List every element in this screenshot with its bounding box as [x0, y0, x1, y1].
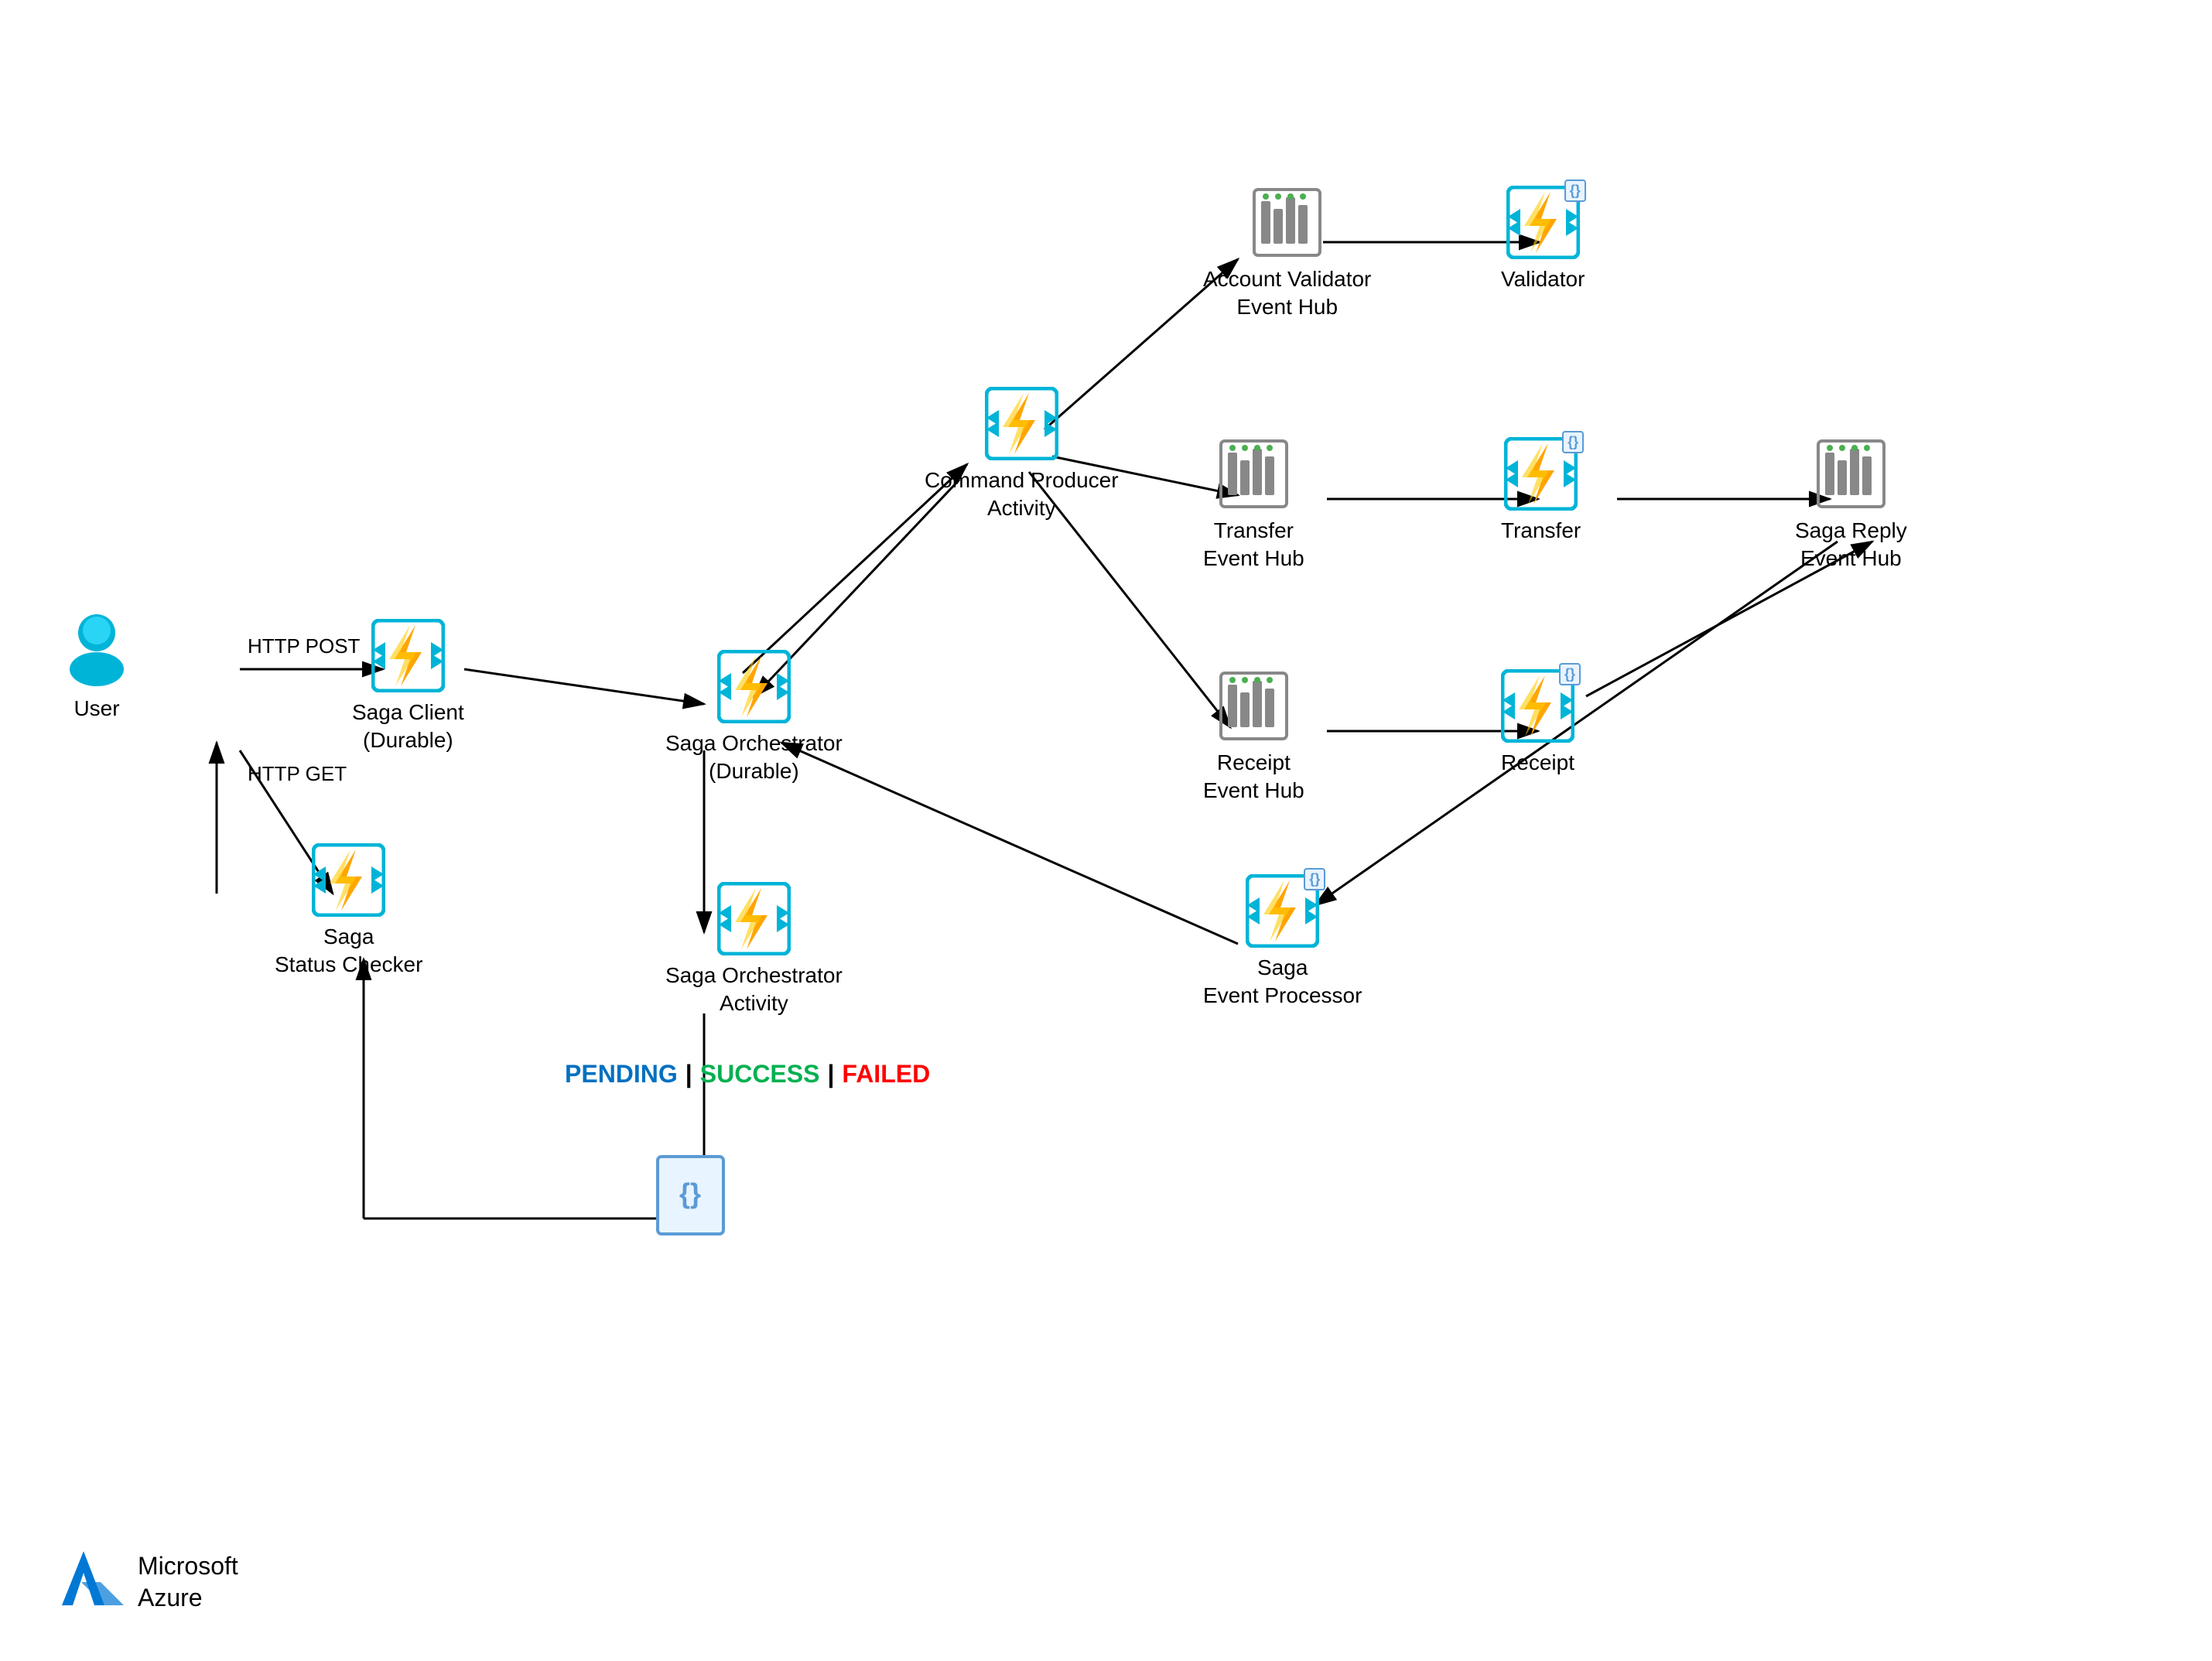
saga-client-icon: [371, 619, 445, 692]
receipt-hub-node: ReceiptEvent Hub: [1203, 669, 1304, 805]
status-success: SUCCESS: [700, 1060, 820, 1089]
account-validator-hub-icon: [1250, 186, 1324, 259]
saga-event-processor-label: SagaEvent Processor: [1203, 954, 1362, 1010]
user-label: User: [74, 695, 119, 723]
saga-reply-hub-node: Saga ReplyEvent Hub: [1795, 437, 1907, 573]
status-sep1: |: [685, 1060, 692, 1089]
saga-orchestrator-label: Saga Orchestrator(Durable): [665, 730, 843, 786]
receipt-label: Receipt: [1501, 749, 1574, 777]
transfer-node: {} Transfer: [1501, 437, 1581, 545]
status-line: PENDING | SUCCESS | FAILED: [565, 1060, 930, 1089]
validator-node: {} Validator: [1501, 186, 1585, 293]
svg-text:{}: {}: [679, 1177, 701, 1209]
command-producer-icon: [985, 387, 1058, 460]
saga-client-label: Saga Client(Durable): [352, 699, 464, 755]
validator-label: Validator: [1501, 265, 1585, 293]
saga-orchestrator-activity-label: Saga OrchestratorActivity: [665, 962, 843, 1018]
transfer-hub-label: TransferEvent Hub: [1203, 517, 1304, 573]
http-post-label: HTTP POST: [248, 634, 360, 658]
transfer-hub-node: TransferEvent Hub: [1203, 437, 1304, 573]
command-producer-label: Command ProducerActivity: [925, 467, 1119, 523]
storage-icon: {}: [654, 1153, 727, 1238]
account-validator-hub-label: Account ValidatorEvent Hub: [1203, 265, 1371, 322]
status-failed: FAILED: [842, 1060, 930, 1089]
saga-reply-hub-icon: [1814, 437, 1888, 511]
account-validator-hub-node: Account ValidatorEvent Hub: [1203, 186, 1371, 322]
receipt-hub-icon: [1217, 669, 1291, 743]
azure-logo-icon: [62, 1551, 124, 1613]
transfer-hub-icon: [1217, 437, 1291, 511]
azure-logo-text: MicrosoftAzure: [138, 1550, 238, 1615]
saga-status-checker-node: SagaStatus Checker: [275, 843, 422, 979]
receipt-hub-label: ReceiptEvent Hub: [1203, 749, 1304, 805]
receipt-node: {} Receipt: [1501, 669, 1574, 777]
user-icon: [62, 603, 132, 689]
saga-client-node: Saga Client(Durable): [352, 619, 464, 755]
user-node: User: [62, 603, 132, 723]
azure-logo: MicrosoftAzure: [62, 1550, 238, 1615]
saga-event-processor-node: {} SagaEvent Processor: [1203, 874, 1362, 1010]
saga-status-checker-label: SagaStatus Checker: [275, 923, 422, 979]
saga-orchestrator-node: Saga Orchestrator(Durable): [665, 650, 843, 786]
storage-node: {}: [654, 1153, 727, 1238]
diagram-container: HTTP POST HTTP GET PENDING | SUCCESS | F…: [0, 0, 2212, 1661]
status-sep2: |: [827, 1060, 834, 1089]
http-get-label: HTTP GET: [248, 762, 347, 786]
saga-orchestrator-icon: [717, 650, 791, 723]
saga-status-checker-icon: [312, 843, 385, 917]
transfer-label: Transfer: [1501, 517, 1581, 545]
command-producer-node: Command ProducerActivity: [925, 387, 1119, 523]
arrows-svg: [0, 0, 2212, 1661]
saga-orchestrator-activity-icon: [717, 882, 791, 955]
status-pending: PENDING: [565, 1060, 678, 1089]
saga-orchestrator-activity-node: Saga OrchestratorActivity: [665, 882, 843, 1018]
saga-reply-hub-label: Saga ReplyEvent Hub: [1795, 517, 1907, 573]
